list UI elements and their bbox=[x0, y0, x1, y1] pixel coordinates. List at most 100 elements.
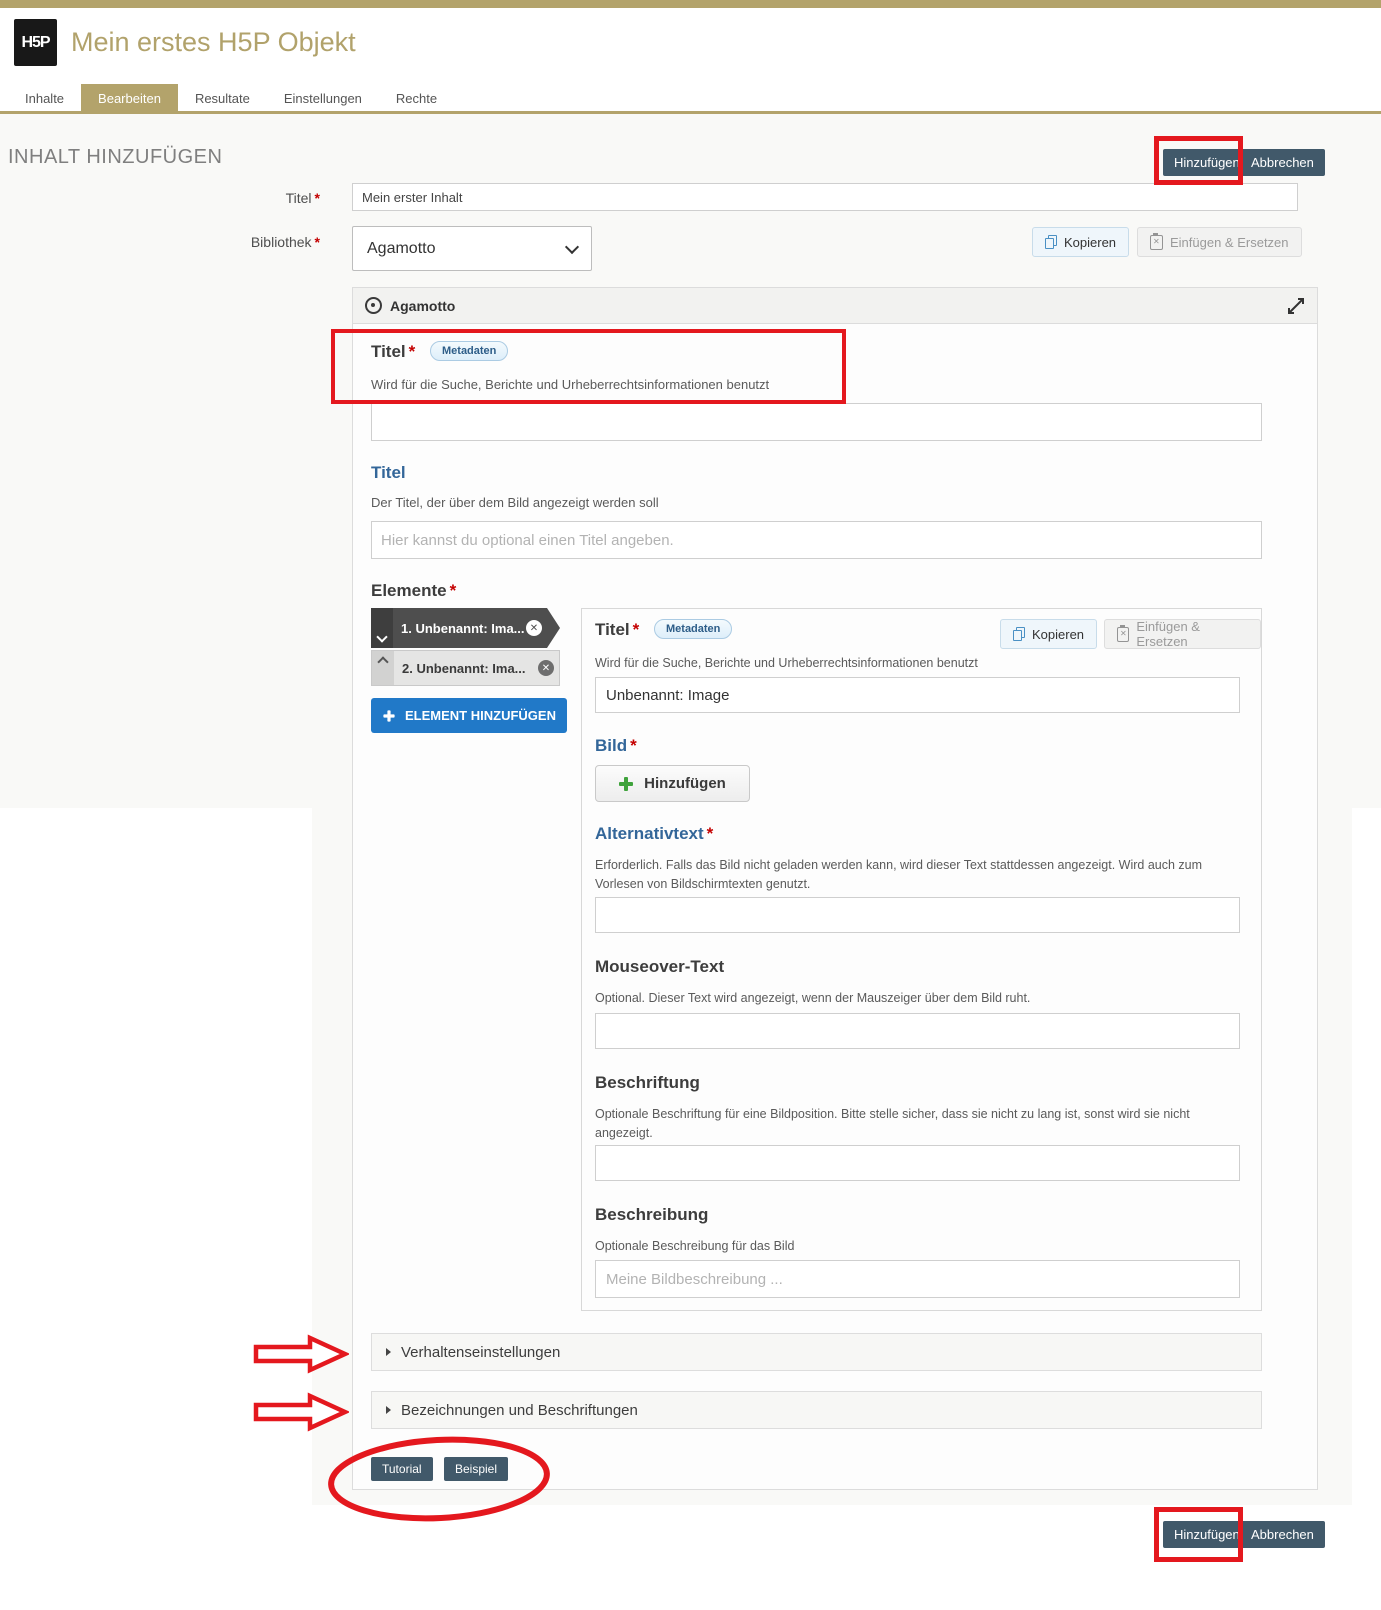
paste-button-label: Einfügen & Ersetzen bbox=[1170, 235, 1289, 250]
chevron-down-icon bbox=[565, 239, 579, 253]
behaviour-settings-collapsible[interactable]: Verhaltenseinstellungen bbox=[371, 1333, 1262, 1371]
paste-icon bbox=[1150, 235, 1163, 250]
tab-underline bbox=[0, 111, 1381, 114]
element-edit-panel: Titel* Metadaten Kopieren Einfügen & Ers… bbox=[581, 608, 1262, 1311]
alt-text-heading-text: Alternativtext bbox=[595, 824, 704, 843]
element-1-order-handle[interactable] bbox=[371, 608, 393, 648]
element-metadata-title-input[interactable] bbox=[595, 677, 1240, 713]
content-title-input[interactable] bbox=[352, 183, 1298, 211]
section-heading: INHALT HINZUFÜGEN bbox=[8, 146, 222, 169]
element-copy-label: Kopieren bbox=[1032, 627, 1084, 642]
tab-einstellungen[interactable]: Einstellungen bbox=[267, 84, 379, 113]
agamotto-panel-header[interactable]: Agamotto bbox=[353, 288, 1317, 324]
example-button[interactable]: Beispiel bbox=[444, 1457, 508, 1481]
title-field-label: Titel* bbox=[8, 190, 320, 206]
cancel-button-top[interactable]: Abbrechen bbox=[1240, 149, 1325, 176]
cancel-button-bottom[interactable]: Abbrechen bbox=[1240, 1521, 1325, 1548]
add-content-button-top[interactable]: Hinzufügen bbox=[1163, 149, 1251, 176]
tab-inhalte[interactable]: Inhalte bbox=[8, 84, 81, 113]
plus-icon bbox=[383, 710, 394, 721]
tab-bar: Inhalte Bearbeiten Resultate Einstellung… bbox=[8, 84, 454, 113]
page-title: Mein erstes H5P Objekt bbox=[71, 27, 356, 58]
agamotto-library-icon bbox=[365, 297, 382, 314]
required-asterisk: * bbox=[627, 736, 637, 755]
copy-button-label: Kopieren bbox=[1064, 235, 1116, 250]
element-2-label: 2. Unbenannt: Ima... bbox=[394, 661, 526, 676]
h5p-editor-page: H5P Mein erstes H5P Objekt Inhalte Bearb… bbox=[0, 0, 1381, 1610]
paste-replace-button[interactable]: Einfügen & Ersetzen bbox=[1137, 227, 1302, 257]
caption-heading: Beschriftung bbox=[595, 1073, 700, 1093]
tab-rechte[interactable]: Rechte bbox=[379, 84, 454, 113]
description-heading: Beschreibung bbox=[595, 1205, 708, 1225]
metadata-title-text: Titel bbox=[371, 342, 406, 361]
chevron-up-icon bbox=[377, 656, 388, 667]
library-selected-value: Agamotto bbox=[367, 240, 435, 258]
element-metadata-title-text: Titel bbox=[595, 620, 630, 639]
alt-text-input[interactable] bbox=[595, 897, 1240, 933]
image-field-heading: Bild* bbox=[595, 736, 637, 756]
image-field-heading-text: Bild bbox=[595, 736, 627, 755]
alt-text-description: Erforderlich. Falls das Bild nicht gelad… bbox=[595, 856, 1240, 894]
tab-bearbeiten[interactable]: Bearbeiten bbox=[81, 84, 178, 113]
add-image-label: Hinzufügen bbox=[644, 775, 726, 792]
description-description: Optionale Beschreibung für das Bild bbox=[595, 1237, 1240, 1256]
fullscreen-expand-icon[interactable] bbox=[1287, 297, 1305, 315]
image-title-heading: Titel bbox=[371, 463, 406, 483]
copy-icon bbox=[1013, 627, 1025, 641]
add-element-button[interactable]: ELEMENT HINZUFÜGEN bbox=[371, 698, 567, 733]
plus-icon bbox=[619, 777, 633, 791]
agamotto-panel-title: Agamotto bbox=[390, 298, 455, 314]
image-title-input[interactable] bbox=[371, 521, 1262, 559]
title-field-label-text: Titel bbox=[286, 190, 312, 206]
copy-button[interactable]: Kopieren bbox=[1032, 227, 1129, 257]
labels-captions-label: Bezeichnungen und Beschriftungen bbox=[401, 1402, 638, 1419]
elements-label-text: Elemente bbox=[371, 581, 447, 600]
element-metadata-title-label: Titel* Metadaten bbox=[595, 619, 732, 640]
element-item-2[interactable]: 2. Unbenannt: Ima... ✕ bbox=[371, 650, 560, 686]
library-select[interactable]: Agamotto bbox=[352, 226, 592, 271]
caption-input[interactable] bbox=[595, 1145, 1240, 1181]
tab-resultate[interactable]: Resultate bbox=[178, 84, 267, 113]
required-asterisk: * bbox=[447, 581, 457, 600]
paste-icon bbox=[1117, 627, 1129, 642]
hover-text-description: Optional. Dieser Text wird angezeigt, we… bbox=[595, 989, 1240, 1008]
library-field-label: Bibliothek* bbox=[8, 234, 320, 250]
triangle-right-icon bbox=[386, 1406, 391, 1414]
labels-captions-collapsible[interactable]: Bezeichnungen und Beschriftungen bbox=[371, 1391, 1262, 1429]
image-title-description: Der Titel, der über dem Bild angezeigt w… bbox=[371, 494, 659, 513]
required-asterisk: * bbox=[406, 342, 416, 361]
tutorial-button[interactable]: Tutorial bbox=[371, 1457, 433, 1481]
element-1-remove-icon[interactable]: ✕ bbox=[526, 620, 542, 636]
element-2-remove-icon[interactable]: ✕ bbox=[538, 660, 554, 676]
element-metadata-description: Wird für die Suche, Berichte und Urheber… bbox=[595, 654, 978, 673]
required-asterisk: * bbox=[630, 620, 640, 639]
library-field-label-text: Bibliothek bbox=[251, 234, 312, 250]
required-asterisk: * bbox=[312, 190, 320, 206]
hover-text-input[interactable] bbox=[595, 1013, 1240, 1049]
metadata-description: Wird für die Suche, Berichte und Urheber… bbox=[371, 376, 769, 395]
caption-description: Optionale Beschriftung für eine Bildposi… bbox=[595, 1105, 1240, 1143]
add-content-button-bottom[interactable]: Hinzufügen bbox=[1163, 1521, 1251, 1548]
description-input[interactable] bbox=[595, 1260, 1240, 1298]
element-metadata-badge-button[interactable]: Metadaten bbox=[654, 619, 732, 639]
metadata-title-label: Titel* Metadaten bbox=[371, 341, 508, 362]
element-paste-replace-button[interactable]: Einfügen & Ersetzen bbox=[1104, 619, 1261, 649]
chevron-down-icon bbox=[376, 631, 387, 642]
required-asterisk: * bbox=[704, 824, 714, 843]
required-asterisk: * bbox=[312, 234, 320, 250]
add-element-label: ELEMENT HINZUFÜGEN bbox=[405, 708, 556, 723]
copy-icon bbox=[1045, 235, 1057, 249]
h5p-logo: H5P bbox=[14, 19, 57, 66]
top-accent-bar bbox=[0, 0, 1381, 8]
metadata-title-input[interactable] bbox=[371, 403, 1262, 441]
hover-text-heading: Mouseover-Text bbox=[595, 957, 724, 977]
element-copy-button[interactable]: Kopieren bbox=[1000, 619, 1097, 649]
behaviour-settings-label: Verhaltenseinstellungen bbox=[401, 1344, 560, 1361]
metadata-badge-button[interactable]: Metadaten bbox=[430, 341, 508, 361]
elements-label: Elemente* bbox=[371, 581, 456, 601]
element-item-1[interactable]: 1. Unbenannt: Ima... ✕ bbox=[371, 608, 547, 648]
triangle-right-icon bbox=[386, 1348, 391, 1356]
add-image-button[interactable]: Hinzufügen bbox=[595, 765, 750, 802]
element-1-label: 1. Unbenannt: Ima... bbox=[393, 621, 525, 636]
element-2-order-handle[interactable] bbox=[372, 651, 394, 685]
